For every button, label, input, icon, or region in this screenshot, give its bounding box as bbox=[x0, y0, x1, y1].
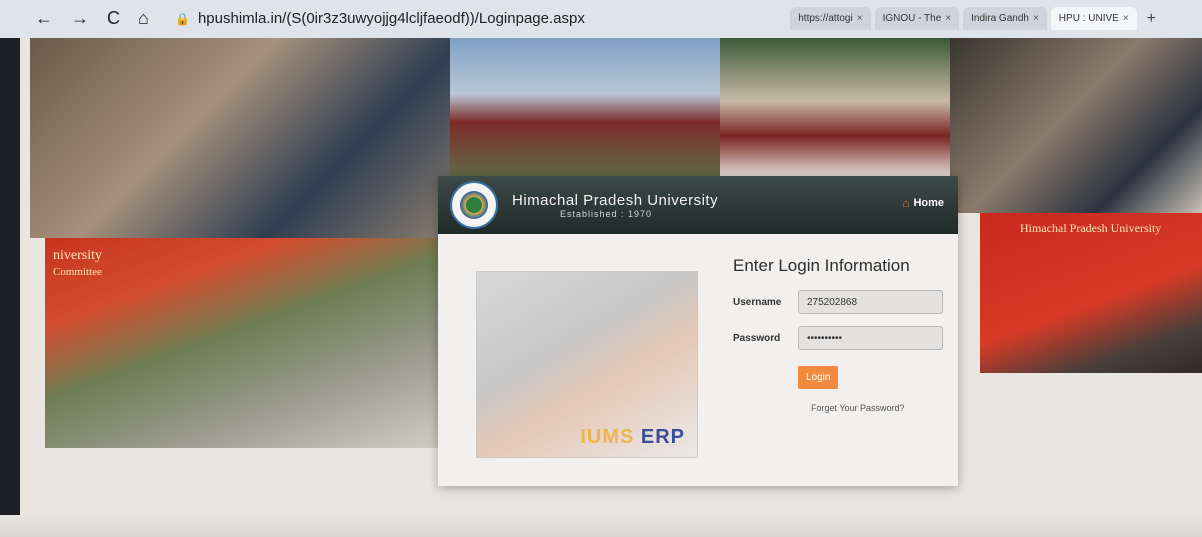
home-icon[interactable]: ⌂ bbox=[138, 8, 149, 28]
stage-banner-text: Himachal Pradesh University bbox=[1020, 221, 1162, 235]
password-label: Password bbox=[733, 332, 781, 344]
back-icon[interactable]: ← bbox=[35, 8, 53, 28]
banner-text: niversity bbox=[53, 248, 102, 263]
password-input[interactable]: •••••••••• bbox=[798, 326, 943, 350]
tab-ignou[interactable]: IGNOU - The × bbox=[874, 7, 960, 30]
address-bar[interactable]: 🔒 hpushimla.in/(S(0ir3z3uwyojjg4lcljfaeo… bbox=[175, 10, 585, 27]
close-icon[interactable]: × bbox=[1033, 13, 1039, 24]
stage-photo: Himachal Pradesh University bbox=[980, 213, 1202, 373]
browser-nav: ← → C ⌂ bbox=[35, 8, 149, 28]
tab-indira[interactable]: Indira Gandh × bbox=[963, 7, 1047, 30]
home-icon: ⌂ bbox=[902, 196, 910, 210]
browser-chrome: ← → C ⌂ 🔒 hpushimla.in/(S(0ir3z3uwyojjg4… bbox=[0, 0, 1202, 39]
login-page: G ⊶ ⇪ ☆ ▢ niversity Committee Himachal P… bbox=[20, 38, 1202, 537]
login-form: Enter Login Information Username 2752028… bbox=[733, 256, 953, 413]
username-input[interactable]: 275202868 bbox=[798, 290, 943, 314]
login-header: Himachal Pradesh University Established … bbox=[438, 176, 958, 234]
home-link[interactable]: ⌂ Home bbox=[902, 196, 944, 210]
university-name: Himachal Pradesh University bbox=[512, 191, 719, 209]
username-label: Username bbox=[733, 296, 782, 308]
tab-strip: https://attogi × IGNOU - The × Indira Gand… bbox=[790, 0, 1162, 30]
forgot-password-link[interactable]: Forget Your Password? bbox=[811, 403, 953, 413]
login-button[interactable]: Login bbox=[798, 366, 839, 389]
close-icon[interactable]: × bbox=[857, 13, 863, 24]
url-text[interactable]: hpushimla.in/(S(0ir3z3uwyojjg4lcljfaeodf… bbox=[198, 10, 585, 27]
banner-subtext: Committee bbox=[53, 266, 102, 278]
reload-icon[interactable]: C bbox=[107, 8, 120, 28]
login-panel: Himachal Pradesh University Established … bbox=[438, 176, 958, 486]
students-photo bbox=[30, 38, 450, 238]
ums-erp-image: IUMS ERP bbox=[476, 271, 698, 458]
university-logo bbox=[450, 181, 498, 229]
monitor-bottom bbox=[0, 515, 1202, 537]
crowd-photo bbox=[950, 38, 1202, 213]
tab-hpu[interactable]: HPU : UNIVE × bbox=[1050, 7, 1137, 30]
new-tab-button[interactable]: + bbox=[1141, 8, 1162, 30]
close-icon[interactable]: × bbox=[1123, 13, 1129, 24]
tab-attogi[interactable]: https://attogi × bbox=[790, 7, 871, 30]
ums-erp-logo: IUMS ERP bbox=[580, 426, 685, 448]
established-text: Established : 1970 bbox=[560, 208, 653, 219]
campus-photo: niversity Committee bbox=[45, 238, 455, 448]
close-icon[interactable]: × bbox=[945, 13, 951, 24]
lock-icon: 🔒 bbox=[175, 11, 190, 26]
gate-photo bbox=[720, 38, 950, 178]
building-photo bbox=[450, 38, 720, 178]
forward-icon[interactable]: → bbox=[71, 8, 89, 28]
monitor-bezel bbox=[0, 38, 20, 537]
login-title: Enter Login Information bbox=[733, 256, 910, 275]
